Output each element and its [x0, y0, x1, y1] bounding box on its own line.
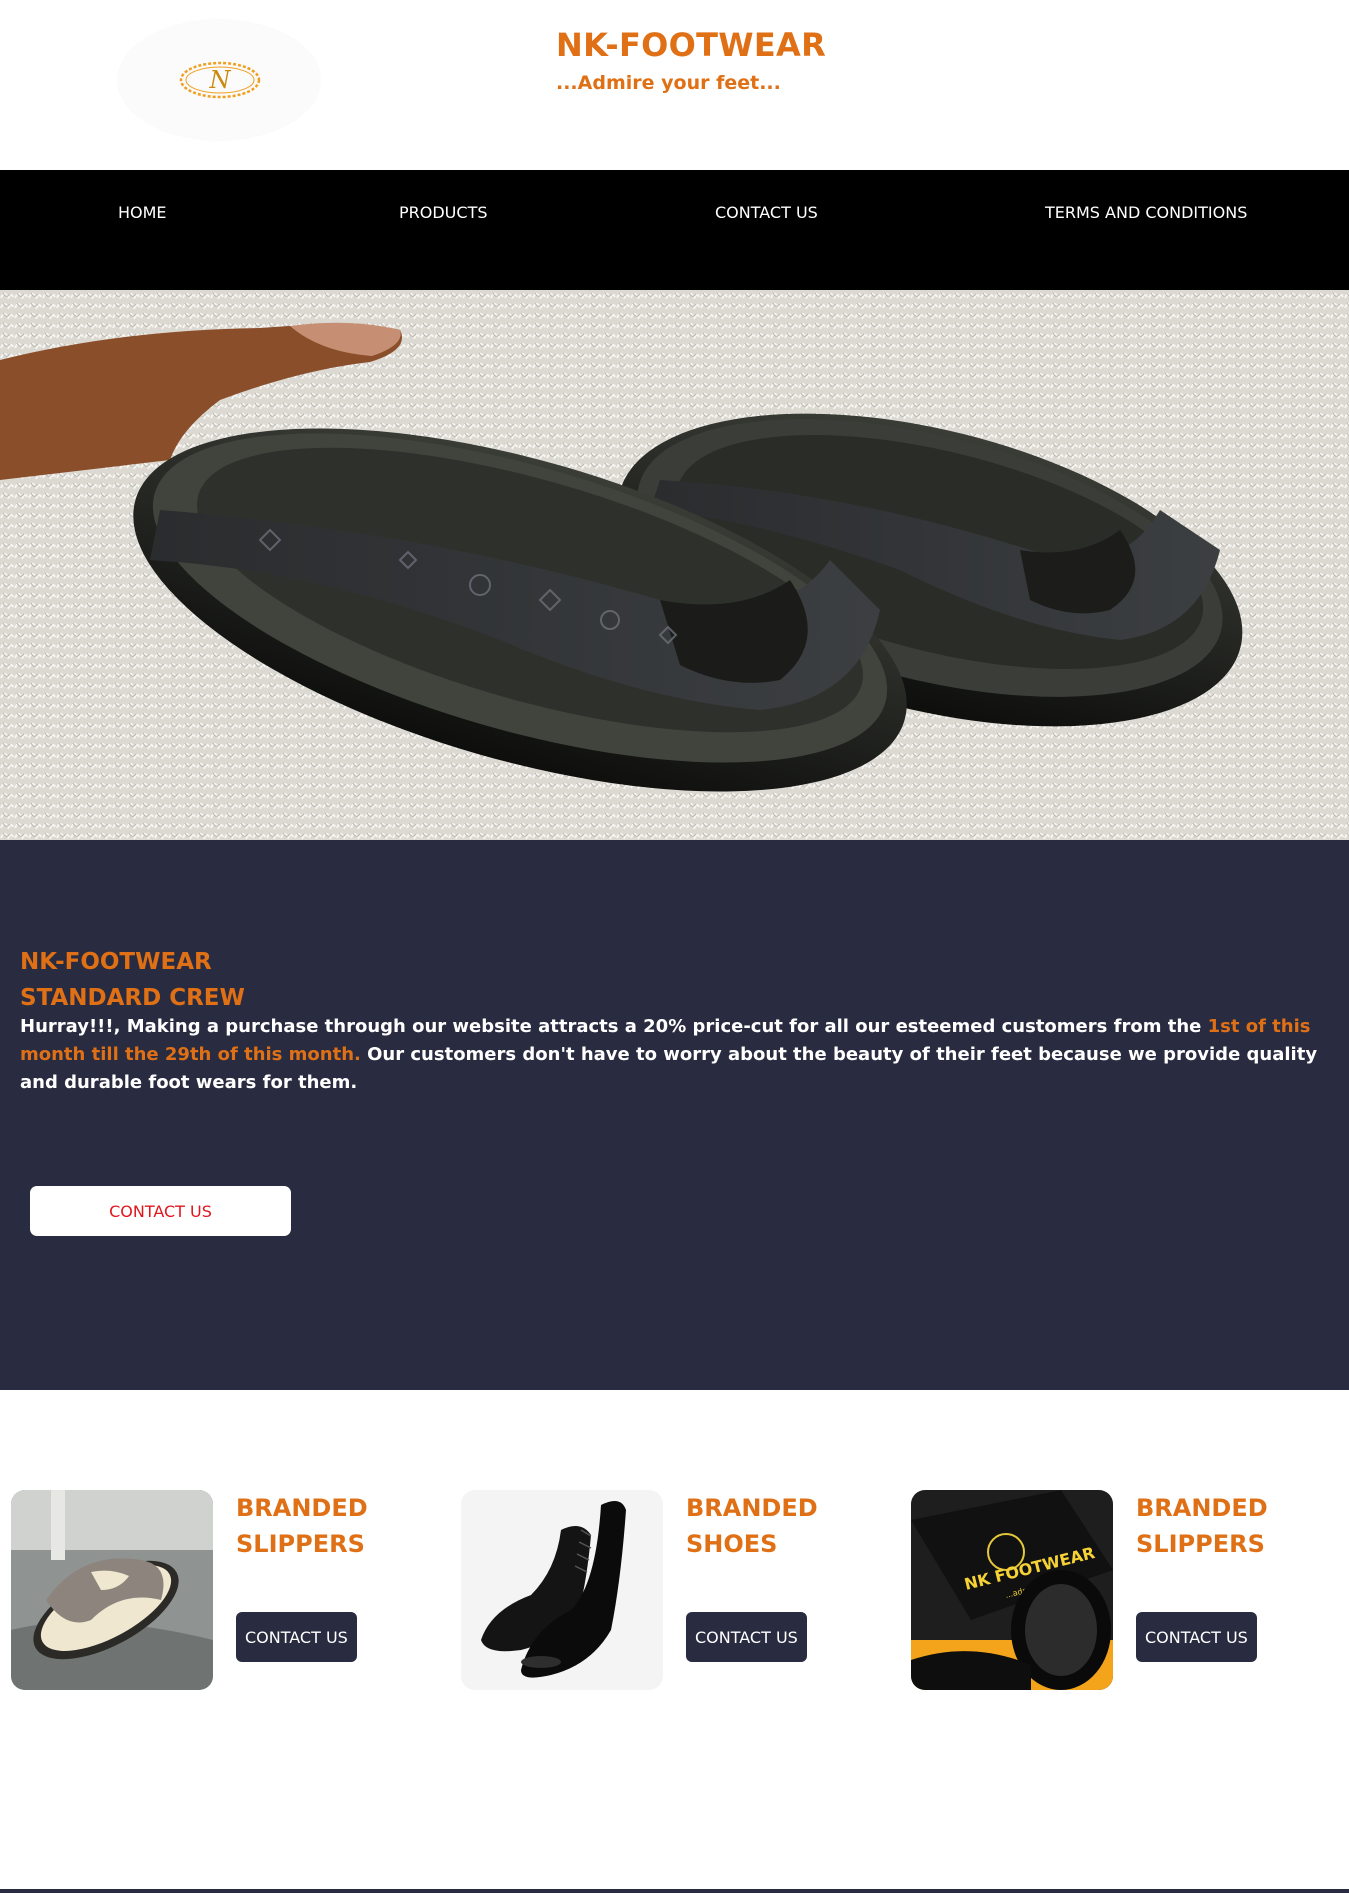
product-name-line-1: BRANDED — [686, 1494, 818, 1522]
site-header: N NK-FOOTWEAR ...Admire your feet... — [0, 0, 1349, 170]
product-image-black-oxford-shoes[interactable] — [461, 1490, 663, 1690]
footer-divider — [0, 1889, 1349, 1893]
promo-description: Hurray!!!, Making a purchase through our… — [20, 1013, 1320, 1097]
logo-emblem-icon: N — [179, 61, 261, 99]
hero-banner — [0, 290, 1349, 840]
promo-title-line-2: STANDARD CREW — [20, 985, 245, 1011]
product-name-line-2: SLIPPERS — [1136, 1530, 1265, 1558]
brand-tagline: ...Admire your feet... — [556, 72, 781, 94]
product-name-line-2: SLIPPERS — [236, 1530, 365, 1558]
brand-title: NK-FOOTWEAR — [556, 26, 827, 64]
product-image-boxed-slippers[interactable]: NK FOOTWEAR ...admire your feet — [911, 1490, 1113, 1690]
product-card: BRANDED SLIPPERS CONTACT US — [11, 1490, 451, 1690]
hero-sandals-image — [0, 290, 1349, 840]
promo-title-line-1: NK-FOOTWEAR — [20, 949, 212, 975]
promo-section: NK-FOOTWEAR STANDARD CREW Hurray!!!, Mak… — [0, 840, 1349, 1390]
product-name-line-1: BRANDED — [1136, 1494, 1268, 1522]
promo-contact-us-button[interactable]: CONTACT US — [30, 1186, 291, 1236]
product-image-suede-slippers[interactable] — [11, 1490, 213, 1690]
nav-contact-us[interactable]: CONTACT US — [715, 203, 818, 222]
nav-terms-and-conditions[interactable]: TERMS AND CONDITIONS — [1045, 203, 1247, 222]
main-nav: HOME PRODUCTS CONTACT US TERMS AND CONDI… — [0, 170, 1349, 290]
nav-home[interactable]: HOME — [118, 203, 167, 222]
promo-title: NK-FOOTWEAR STANDARD CREW — [20, 944, 245, 1016]
product-contact-us-button[interactable]: CONTACT US — [1136, 1612, 1257, 1662]
nav-products[interactable]: PRODUCTS — [399, 203, 488, 222]
product-name: BRANDED SLIPPERS — [1136, 1490, 1336, 1562]
product-name: BRANDED SHOES — [686, 1490, 886, 1562]
product-contact-us-button[interactable]: CONTACT US — [236, 1612, 357, 1662]
promo-text-part-1: Hurray!!!, Making a purchase through our… — [20, 1016, 1208, 1037]
products-section: BRANDED SLIPPERS CONTACT US BRANDED SHOE… — [0, 1390, 1349, 1890]
product-name-line-1: BRANDED — [236, 1494, 368, 1522]
logo-letter: N — [209, 66, 232, 94]
brand-logo[interactable]: N — [118, 20, 320, 140]
product-contact-us-button[interactable]: CONTACT US — [686, 1612, 807, 1662]
product-name: BRANDED SLIPPERS — [236, 1490, 436, 1562]
product-name-line-2: SHOES — [686, 1530, 778, 1558]
product-card: BRANDED SHOES CONTACT US — [461, 1490, 901, 1690]
product-card: NK FOOTWEAR ...admire your feet BRANDED … — [911, 1490, 1349, 1690]
